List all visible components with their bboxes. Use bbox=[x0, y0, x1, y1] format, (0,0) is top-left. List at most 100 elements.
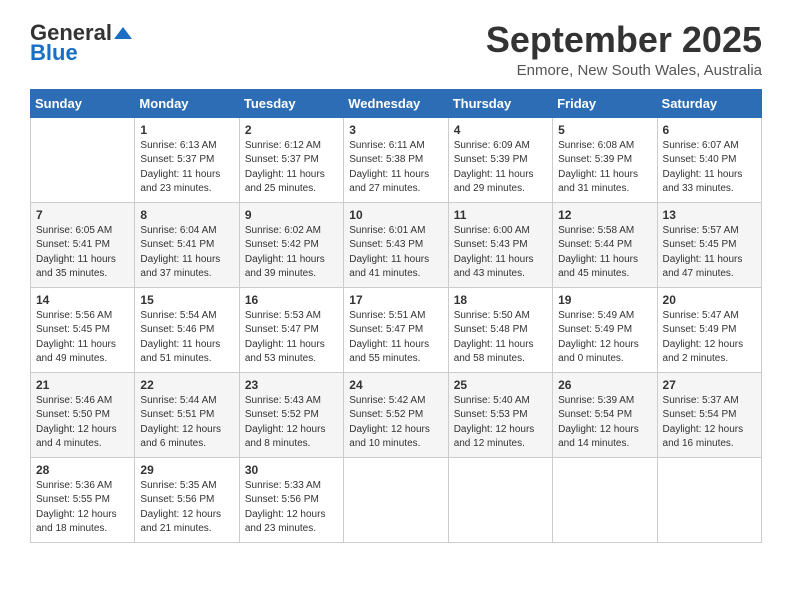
calendar-week-row: 21 Sunrise: 5:46 AMSunset: 5:50 PMDayligh… bbox=[31, 372, 762, 457]
page-header: General Blue September 2025 Enmore, New … bbox=[30, 20, 762, 79]
calendar-cell bbox=[553, 457, 657, 542]
day-number: 12 bbox=[558, 208, 651, 222]
day-info: Sunrise: 6:11 AMSunset: 5:38 PMDaylight:… bbox=[349, 139, 442, 197]
calendar-cell: 24 Sunrise: 5:42 AMSunset: 5:52 PMDayligh… bbox=[344, 372, 448, 457]
day-number: 19 bbox=[558, 293, 651, 307]
calendar-header-row: SundayMondayTuesdayWednesdayThursdayFrid… bbox=[31, 89, 762, 117]
day-number: 9 bbox=[245, 208, 338, 222]
calendar-cell: 15 Sunrise: 5:54 AMSunset: 5:46 PMDayligh… bbox=[135, 287, 239, 372]
day-number: 10 bbox=[349, 208, 442, 222]
logo-blue: Blue bbox=[30, 40, 78, 66]
day-number: 2 bbox=[245, 123, 338, 137]
calendar-cell: 16Sunrise: 5:53 AMSunset: 5:47 PMDayligh… bbox=[239, 287, 343, 372]
calendar-cell: 9 Sunrise: 6:02 AMSunset: 5:42 PMDaylight… bbox=[239, 202, 343, 287]
calendar-cell bbox=[657, 457, 761, 542]
day-number: 28 bbox=[36, 463, 129, 477]
header-sunday: Sunday bbox=[31, 89, 135, 117]
day-info: Sunrise: 5:46 AMSunset: 5:50 PMDaylight:… bbox=[36, 394, 129, 452]
day-info: Sunrise: 5:44 AMSunset: 5:51 PMDaylight:… bbox=[140, 394, 233, 452]
day-number: 4 bbox=[454, 123, 547, 137]
header-monday: Monday bbox=[135, 89, 239, 117]
header-thursday: Thursday bbox=[448, 89, 552, 117]
day-info: Sunrise: 5:51 AMSunset: 5:47 PMDaylight:… bbox=[349, 309, 442, 367]
calendar-subtitle: Enmore, New South Wales, Australia bbox=[486, 62, 762, 79]
day-number: 20 bbox=[663, 293, 756, 307]
calendar-cell: 10 Sunrise: 6:01 AMSunset: 5:43 PMDayligh… bbox=[344, 202, 448, 287]
day-info: Sunrise: 5:42 AMSunset: 5:52 PMDaylight:… bbox=[349, 394, 442, 452]
calendar-cell: 20 Sunrise: 5:47 AMSunset: 5:49 PMDayligh… bbox=[657, 287, 761, 372]
calendar-cell: 28 Sunrise: 5:36 AMSunset: 5:55 PMDayligh… bbox=[31, 457, 135, 542]
calendar-cell: 30 Sunrise: 5:33 AMSunset: 5:56 PMDayligh… bbox=[239, 457, 343, 542]
calendar-cell: 22 Sunrise: 5:44 AMSunset: 5:51 PMDayligh… bbox=[135, 372, 239, 457]
calendar-title: September 2025 bbox=[486, 20, 762, 60]
day-number: 6 bbox=[663, 123, 756, 137]
calendar-week-row: 7Sunrise: 6:05 AMSunset: 5:41 PMDaylight… bbox=[31, 202, 762, 287]
logo-icon bbox=[114, 24, 132, 42]
calendar-table: SundayMondayTuesdayWednesdayThursdayFrid… bbox=[30, 89, 762, 543]
day-info: Sunrise: 5:49 AMSunset: 5:49 PMDaylight:… bbox=[558, 309, 651, 367]
day-info: Sunrise: 5:39 AMSunset: 5:54 PMDaylight:… bbox=[558, 394, 651, 452]
calendar-cell: 29 Sunrise: 5:35 AMSunset: 5:56 PMDayligh… bbox=[135, 457, 239, 542]
day-info: Sunrise: 5:35 AMSunset: 5:56 PMDaylight:… bbox=[140, 479, 233, 537]
calendar-cell: 12Sunrise: 5:58 AMSunset: 5:44 PMDayligh… bbox=[553, 202, 657, 287]
day-info: Sunrise: 5:33 AMSunset: 5:56 PMDaylight:… bbox=[245, 479, 338, 537]
day-info: Sunrise: 5:57 AMSunset: 5:45 PMDaylight:… bbox=[663, 224, 756, 282]
calendar-cell: 14 Sunrise: 5:56 AMSunset: 5:45 PMDayligh… bbox=[31, 287, 135, 372]
day-info: Sunrise: 5:36 AMSunset: 5:55 PMDaylight:… bbox=[36, 479, 129, 537]
day-info: Sunrise: 6:09 AMSunset: 5:39 PMDaylight:… bbox=[454, 139, 547, 197]
day-info: Sunrise: 5:47 AMSunset: 5:49 PMDaylight:… bbox=[663, 309, 756, 367]
day-number: 26 bbox=[558, 378, 651, 392]
header-wednesday: Wednesday bbox=[344, 89, 448, 117]
day-number: 5 bbox=[558, 123, 651, 137]
day-info: Sunrise: 6:00 AMSunset: 5:43 PMDaylight:… bbox=[454, 224, 547, 282]
day-number: 30 bbox=[245, 463, 338, 477]
calendar-cell: 26 Sunrise: 5:39 AMSunset: 5:54 PMDayligh… bbox=[553, 372, 657, 457]
day-number: 1 bbox=[140, 123, 233, 137]
calendar-cell bbox=[344, 457, 448, 542]
day-number: 13 bbox=[663, 208, 756, 222]
day-number: 3 bbox=[349, 123, 442, 137]
day-number: 25 bbox=[454, 378, 547, 392]
day-number: 23 bbox=[245, 378, 338, 392]
calendar-cell: 17 Sunrise: 5:51 AMSunset: 5:47 PMDayligh… bbox=[344, 287, 448, 372]
day-number: 15 bbox=[140, 293, 233, 307]
calendar-cell bbox=[448, 457, 552, 542]
calendar-cell: 7Sunrise: 6:05 AMSunset: 5:41 PMDaylight… bbox=[31, 202, 135, 287]
day-info: Sunrise: 5:56 AMSunset: 5:45 PMDaylight:… bbox=[36, 309, 129, 367]
day-number: 14 bbox=[36, 293, 129, 307]
day-number: 24 bbox=[349, 378, 442, 392]
calendar-cell: 3 Sunrise: 6:11 AMSunset: 5:38 PMDaylight… bbox=[344, 117, 448, 202]
day-info: Sunrise: 6:02 AMSunset: 5:42 PMDaylight:… bbox=[245, 224, 338, 282]
day-number: 11 bbox=[454, 208, 547, 222]
day-number: 21 bbox=[36, 378, 129, 392]
day-info: Sunrise: 5:54 AMSunset: 5:46 PMDaylight:… bbox=[140, 309, 233, 367]
day-info: Sunrise: 6:07 AMSunset: 5:40 PMDaylight:… bbox=[663, 139, 756, 197]
calendar-cell: 21 Sunrise: 5:46 AMSunset: 5:50 PMDayligh… bbox=[31, 372, 135, 457]
calendar-cell: 5Sunrise: 6:08 AMSunset: 5:39 PMDaylight… bbox=[553, 117, 657, 202]
day-number: 8 bbox=[140, 208, 233, 222]
calendar-week-row: 14 Sunrise: 5:56 AMSunset: 5:45 PMDayligh… bbox=[31, 287, 762, 372]
calendar-cell: 13 Sunrise: 5:57 AMSunset: 5:45 PMDayligh… bbox=[657, 202, 761, 287]
day-info: Sunrise: 6:13 AMSunset: 5:37 PMDaylight:… bbox=[140, 139, 233, 197]
day-info: Sunrise: 6:01 AMSunset: 5:43 PMDaylight:… bbox=[349, 224, 442, 282]
day-number: 17 bbox=[349, 293, 442, 307]
header-tuesday: Tuesday bbox=[239, 89, 343, 117]
calendar-cell: 2Sunrise: 6:12 AMSunset: 5:37 PMDaylight… bbox=[239, 117, 343, 202]
calendar-week-row: 28 Sunrise: 5:36 AMSunset: 5:55 PMDayligh… bbox=[31, 457, 762, 542]
day-info: Sunrise: 6:05 AMSunset: 5:41 PMDaylight:… bbox=[36, 224, 129, 282]
calendar-cell: 6 Sunrise: 6:07 AMSunset: 5:40 PMDaylight… bbox=[657, 117, 761, 202]
title-block: September 2025 Enmore, New South Wales, … bbox=[486, 20, 762, 79]
day-info: Sunrise: 5:40 AMSunset: 5:53 PMDaylight:… bbox=[454, 394, 547, 452]
calendar-cell: 11 Sunrise: 6:00 AMSunset: 5:43 PMDayligh… bbox=[448, 202, 552, 287]
day-number: 29 bbox=[140, 463, 233, 477]
day-info: Sunrise: 5:43 AMSunset: 5:52 PMDaylight:… bbox=[245, 394, 338, 452]
day-number: 18 bbox=[454, 293, 547, 307]
day-info: Sunrise: 6:04 AMSunset: 5:41 PMDaylight:… bbox=[140, 224, 233, 282]
calendar-cell: 19 Sunrise: 5:49 AMSunset: 5:49 PMDayligh… bbox=[553, 287, 657, 372]
day-number: 22 bbox=[140, 378, 233, 392]
calendar-cell: 1 Sunrise: 6:13 AMSunset: 5:37 PMDaylight… bbox=[135, 117, 239, 202]
calendar-cell: 23 Sunrise: 5:43 AMSunset: 5:52 PMDayligh… bbox=[239, 372, 343, 457]
header-friday: Friday bbox=[553, 89, 657, 117]
calendar-cell: 18Sunrise: 5:50 AMSunset: 5:48 PMDayligh… bbox=[448, 287, 552, 372]
calendar-cell bbox=[31, 117, 135, 202]
